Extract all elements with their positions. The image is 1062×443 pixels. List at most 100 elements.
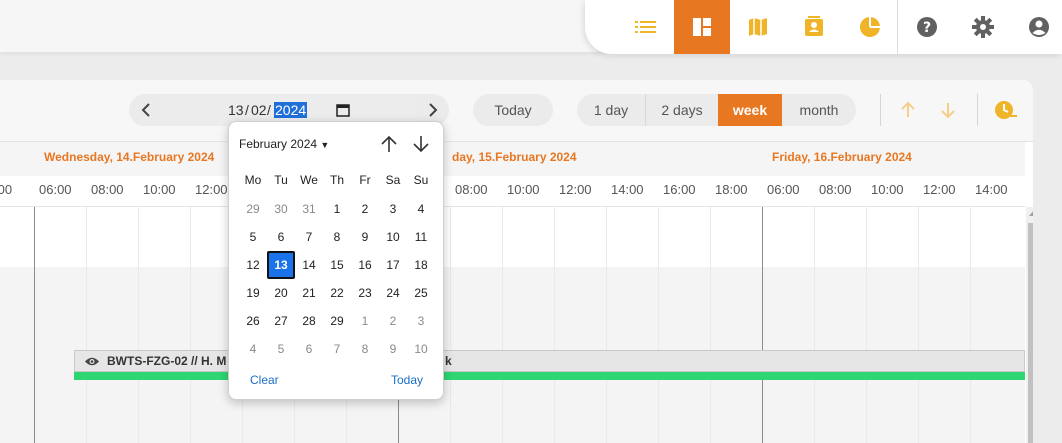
toolbar-separator: [880, 94, 881, 126]
event-label-tail: k: [445, 354, 452, 368]
account-button[interactable]: [1011, 0, 1062, 54]
date-year[interactable]: 2024: [274, 102, 308, 118]
dashboard-button[interactable]: [674, 0, 730, 54]
event-progress-bar: [74, 372, 1025, 380]
month-select[interactable]: February 2024 ▼: [239, 137, 329, 151]
event-label: BWTS-FZG-02 // H. M: [107, 354, 227, 368]
hour-gridline: [86, 207, 87, 443]
arrow-down-icon[interactable]: [411, 134, 431, 154]
day-cell[interactable]: 16: [351, 251, 379, 279]
day-cell[interactable]: 3: [379, 195, 407, 223]
settings-button[interactable]: [955, 0, 1011, 54]
day-cell[interactable]: 22: [323, 279, 351, 307]
day-cell[interactable]: 6: [295, 335, 323, 363]
day-cell[interactable]: 5: [239, 223, 267, 251]
hour-gridline: [606, 207, 607, 443]
day-cell[interactable]: 20: [267, 279, 295, 307]
day-cell[interactable]: 25: [407, 279, 435, 307]
day-cell[interactable]: 26: [239, 307, 267, 335]
day-cell[interactable]: 28: [295, 307, 323, 335]
weekday-label: Tu: [274, 173, 288, 187]
day-cell[interactable]: 10: [407, 335, 435, 363]
arrow-up-icon[interactable]: [379, 134, 399, 154]
hour-gridline: [554, 207, 555, 443]
list-view-button[interactable]: [618, 0, 674, 54]
prev-button[interactable]: [129, 94, 162, 126]
hour-label: 12:00: [559, 182, 592, 197]
day-cell[interactable]: 1: [323, 195, 351, 223]
day-cell[interactable]: 9: [351, 223, 379, 251]
day-cell[interactable]: 31: [295, 195, 323, 223]
day-cell[interactable]: 17: [379, 251, 407, 279]
view-week[interactable]: week: [718, 94, 782, 126]
day-cell[interactable]: 23: [351, 279, 379, 307]
day-cell[interactable]: 6: [267, 223, 295, 251]
day-cell[interactable]: 9: [379, 335, 407, 363]
day-cell[interactable]: 24: [379, 279, 407, 307]
day-cell[interactable]: 8: [323, 223, 351, 251]
day-cell[interactable]: 7: [295, 223, 323, 251]
help-button[interactable]: ?: [899, 0, 955, 54]
view-month[interactable]: month: [782, 94, 856, 126]
day-cell[interactable]: 27: [267, 307, 295, 335]
day-cell[interactable]: 19: [239, 279, 267, 307]
day-cell[interactable]: 30: [267, 195, 295, 223]
date-month[interactable]: 02: [251, 102, 267, 118]
day-divider: [762, 207, 763, 443]
day-cell[interactable]: 2: [379, 307, 407, 335]
day-cell[interactable]: 1: [351, 307, 379, 335]
day-cell[interactable]: 29: [323, 307, 351, 335]
date-picker-popup: February 2024 ▼ Mo Tu We Th Fr Sa Su 29 30 31 1 2 3 4…: [228, 121, 444, 400]
hour-label: 10:00: [871, 182, 904, 197]
eye-icon[interactable]: [84, 356, 100, 367]
today-button[interactable]: Today: [473, 94, 553, 126]
date-day[interactable]: 13: [228, 102, 244, 118]
hour-label: 08:00: [819, 182, 852, 197]
day-cell[interactable]: 12: [239, 251, 267, 279]
picker-today-button[interactable]: Today: [391, 373, 423, 387]
day-cell[interactable]: 2: [351, 195, 379, 223]
calendar-icon[interactable]: [336, 103, 350, 117]
clear-button[interactable]: Clear: [250, 373, 279, 387]
svg-text:?: ?: [923, 20, 931, 36]
scrollbar[interactable]: [1026, 207, 1033, 443]
arrow-up-icon[interactable]: [899, 101, 917, 119]
hour-gridline: [450, 207, 451, 443]
day-header-wed: Wednesday, 14.February 2024: [44, 150, 215, 164]
day-cell[interactable]: 29: [239, 195, 267, 223]
account-icon: [1029, 17, 1049, 37]
nav-bar: ?: [585, 0, 1062, 54]
date-slash: /: [267, 102, 271, 118]
scheduler-toolbar: 13 / 02 / 2024 Today 1 day 2 days week m…: [0, 80, 1033, 142]
day-cell[interactable]: 7: [323, 335, 351, 363]
day-cell[interactable]: 14: [295, 251, 323, 279]
view-1-day[interactable]: 1 day: [577, 94, 645, 126]
view-2-days[interactable]: 2 days: [645, 94, 718, 126]
day-cell[interactable]: 10: [379, 223, 407, 251]
scheduler-panel: 13 / 02 / 2024 Today 1 day 2 days week m…: [0, 80, 1033, 443]
day-cell[interactable]: 11: [407, 223, 435, 251]
weekday-label: Sa: [385, 173, 401, 187]
day-cell[interactable]: 8: [351, 335, 379, 363]
day-cell[interactable]: 15: [323, 251, 351, 279]
map-button[interactable]: [730, 0, 786, 54]
event-bar[interactable]: BWTS-FZG-02 // H. M k: [74, 350, 1025, 372]
arrow-down-icon[interactable]: [939, 101, 957, 119]
day-cell[interactable]: 3: [407, 307, 435, 335]
day-cell[interactable]: 18: [407, 251, 435, 279]
hour-gridline: [502, 207, 503, 443]
selected-day-cell[interactable]: 13: [267, 251, 295, 279]
time-icon[interactable]: [994, 99, 1018, 121]
scroll-thumb[interactable]: [1028, 223, 1033, 443]
help-icon: ?: [917, 17, 937, 37]
day-cell[interactable]: 5: [267, 335, 295, 363]
day-cell[interactable]: 21: [295, 279, 323, 307]
hour-label: 16:00: [663, 182, 696, 197]
hour-label: 06:00: [767, 182, 800, 197]
reports-button[interactable]: [842, 0, 898, 54]
contacts-button[interactable]: [786, 0, 842, 54]
day-cell[interactable]: 4: [407, 195, 435, 223]
scroll-up-arrow[interactable]: [1029, 210, 1033, 216]
hour-gridline: [918, 207, 919, 443]
day-cell[interactable]: 4: [239, 335, 267, 363]
